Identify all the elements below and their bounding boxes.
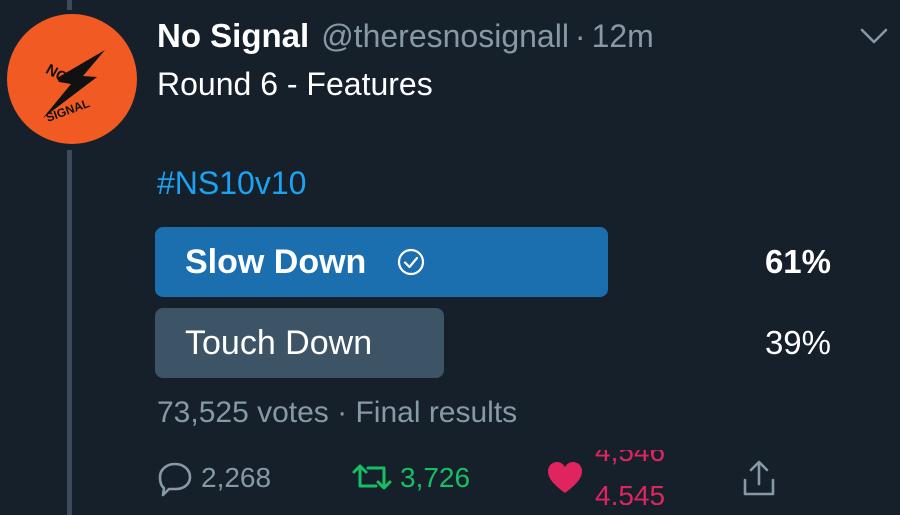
poll-option-2: Touch Down 39% xyxy=(155,308,865,378)
poll-option-1: Slow Down 61% xyxy=(155,227,865,297)
author-name[interactable]: No Signal xyxy=(157,17,309,55)
tweet-actions: 2,268 3,726 4,546 4,545 xyxy=(155,450,900,505)
share-icon xyxy=(743,460,775,495)
header-separator: · xyxy=(574,17,586,54)
poll-results-meta: 73,525 votes · Final results xyxy=(157,396,518,429)
reply-count: 2,268 xyxy=(201,461,272,493)
share-button[interactable] xyxy=(739,450,779,505)
like-count: 4,545 xyxy=(595,480,666,505)
checkmark-circle-icon xyxy=(397,248,425,276)
thread-line-top xyxy=(67,0,72,10)
author-handle[interactable]: @theresnosignall xyxy=(321,18,569,55)
chevron-down-icon[interactable] xyxy=(856,18,892,54)
like-count-next: 4,546 xyxy=(595,450,666,467)
no-signal-logo: NO SIGNAL xyxy=(43,50,105,125)
thread-line xyxy=(67,150,72,515)
retweet-count: 3,726 xyxy=(400,461,471,493)
avatar-text-bottom: SIGNAL xyxy=(44,96,91,125)
reply-button[interactable]: 2,268 xyxy=(155,450,271,505)
poll-option-label: Touch Down xyxy=(185,324,373,362)
tweet-header: No Signal @theresnosignall · 12m xyxy=(157,14,654,58)
like-button[interactable]: 4,546 4,545 xyxy=(545,450,675,505)
poll-option-percent: 61% xyxy=(764,243,831,280)
retweet-button[interactable]: 3,726 xyxy=(350,450,470,505)
poll-option-percent: 39% xyxy=(764,324,831,361)
tweet-timestamp[interactable]: 12m xyxy=(592,18,654,55)
tweet-text: Round 6 - Features xyxy=(157,66,433,102)
avatar[interactable]: NO SIGNAL xyxy=(7,14,137,144)
poll-option-label: Slow Down xyxy=(185,243,367,281)
retweet-icon xyxy=(352,464,392,489)
reply-icon xyxy=(158,462,192,496)
hashtag-link[interactable]: #NS10v10 xyxy=(157,165,306,202)
heart-icon xyxy=(548,461,582,493)
like-count-animation: 4,546 4,545 xyxy=(595,450,675,505)
